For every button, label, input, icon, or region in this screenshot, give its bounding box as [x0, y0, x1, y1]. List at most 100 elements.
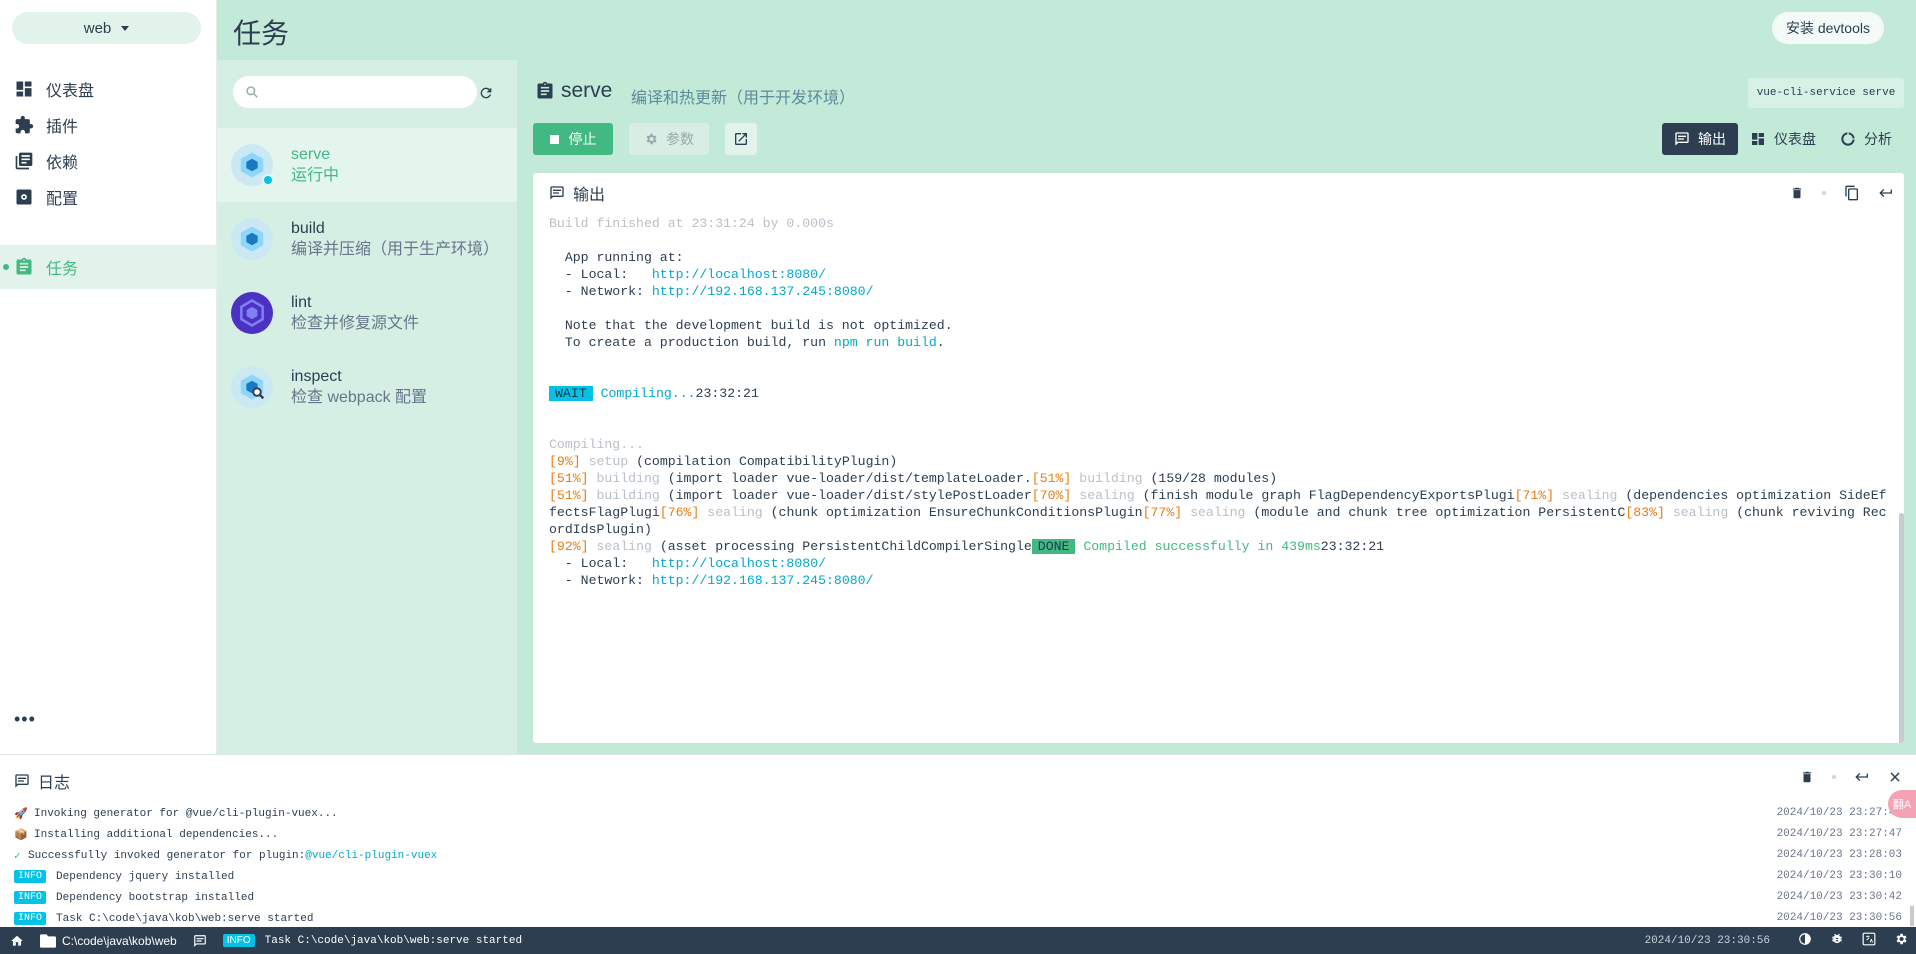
message-icon — [15, 774, 29, 788]
open-in-browser-button[interactable] — [725, 123, 757, 155]
terminal-time: 23:32:21 — [695, 386, 759, 401]
settings-button[interactable] — [1894, 932, 1908, 949]
network-url-link[interactable]: http://192.168.137.245:8080/ — [652, 284, 874, 299]
message-icon — [1675, 132, 1689, 146]
progress-detail: (compilation CompatibilityPlugin) — [636, 454, 898, 469]
nav-item-config[interactable]: 配置 — [0, 175, 217, 219]
project-select[interactable]: web — [12, 12, 201, 44]
clear-output-button[interactable] — [1790, 186, 1804, 200]
project-path-button[interactable]: C:\code\java\kob\web — [40, 934, 177, 948]
task-item-lint[interactable]: lint 检查并修复源文件 — [217, 276, 517, 350]
tab-output[interactable]: 输出 — [1662, 123, 1738, 155]
wrap-log-button[interactable] — [1854, 769, 1870, 785]
last-log-button[interactable]: INFO Task C:\code\java\kob\web:serve sta… — [193, 934, 522, 948]
info-tag: INFO — [14, 912, 47, 925]
package-icon: 📦 — [14, 829, 28, 842]
task-desc: 检查并修复源文件 — [291, 315, 420, 332]
home-button[interactable] — [10, 934, 24, 948]
network-url-link[interactable]: http://192.168.137.245:8080/ — [652, 573, 874, 588]
tab-label: 分析 — [1864, 131, 1892, 147]
log-title: 日志 — [38, 775, 71, 792]
separator — [1832, 775, 1836, 779]
terminal-command: npm run build — [833, 335, 937, 350]
terminal-text: - Network: — [564, 284, 652, 299]
terminal-scrollbar[interactable] — [1899, 513, 1904, 743]
task-item-inspect[interactable]: inspect 检查 webpack 配置 — [217, 350, 517, 424]
progress-pct: [76%] — [659, 505, 700, 520]
local-url-link[interactable]: http://localhost:8080/ — [652, 267, 826, 282]
folder-icon — [40, 933, 56, 948]
tab-label: 仪表盘 — [1774, 131, 1816, 147]
dark-mode-toggle[interactable] — [1798, 932, 1812, 949]
terminal-text: . — [936, 335, 945, 350]
task-description: 编译和热更新（用于开发环境） — [631, 90, 856, 107]
progress-detail: (asset processing PersistentChildCompile… — [659, 539, 1032, 554]
local-url-link[interactable]: http://localhost:8080/ — [652, 556, 826, 571]
task-name: serve — [291, 146, 331, 163]
copy-output-button[interactable] — [1844, 185, 1860, 201]
tab-label: 输出 — [1698, 131, 1726, 147]
tab-dashboard[interactable]: 仪表盘 — [1738, 123, 1828, 155]
nav-label: 任务 — [46, 261, 79, 278]
more-icon[interactable]: ••• — [14, 710, 35, 732]
project-path: C:\code\java\kob\web — [62, 933, 177, 948]
check-icon: ✓ — [14, 850, 21, 863]
separator — [1822, 191, 1826, 195]
task-detail: serve 编译和热更新（用于开发环境） vue-cli-service ser… — [517, 60, 1916, 754]
terminal-line: Compiling... — [549, 437, 644, 452]
log-text: Invoking generator for @vue/cli-plugin-v… — [34, 807, 338, 820]
translate-bubble[interactable]: 翻A — [1888, 790, 1916, 818]
output-header: 输出 — [533, 173, 1904, 213]
log-panel: 日志 🚀 Invoking generator for @vue/cli-plu… — [0, 754, 1916, 927]
rocket-icon: 🚀 — [14, 808, 28, 821]
translate-icon — [1862, 932, 1876, 946]
clear-log-button[interactable] — [1800, 770, 1814, 784]
log-scrollbar[interactable] — [1910, 906, 1914, 926]
progress-pct: [83%] — [1625, 505, 1665, 520]
log-header: 日志 — [14, 769, 70, 793]
task-item-build[interactable]: build 编译并压缩（用于生产环境） — [217, 202, 517, 276]
terminal-line: App running at: — [564, 250, 684, 265]
wait-tag: WAIT — [549, 386, 593, 401]
view-tabs: 输出 仪表盘 分析 — [1662, 123, 1904, 155]
log-time: 2024/10/23 23:30:10 — [1776, 870, 1902, 882]
task-item-serve[interactable]: serve 运行中 — [217, 128, 517, 202]
progress-stage: sealing — [707, 505, 763, 520]
progress-detail: (module and chunk tree optimization Pers… — [1253, 505, 1626, 520]
nav-item-tasks[interactable]: 任务 — [0, 245, 217, 289]
wrap-lines-button[interactable] — [1878, 185, 1894, 201]
nav-label: 插件 — [46, 119, 79, 136]
report-bug-button[interactable] — [1830, 932, 1844, 949]
log-actions — [1800, 769, 1902, 785]
refresh-icon — [480, 87, 492, 99]
terminal-output: Build finished at 23:31:24 by 0.000s App… — [549, 215, 1892, 743]
progress-stage: building — [596, 471, 660, 486]
parameters-button[interactable]: 参数 — [629, 123, 709, 155]
progress-detail: (159/28 modules) — [1150, 471, 1278, 486]
plugin-link[interactable]: @vue/cli-plugin-vuex — [305, 850, 437, 862]
puzzle-icon — [15, 115, 34, 134]
delete-icon — [1792, 187, 1802, 199]
log-text: Successfully invoked generator for plugi… — [28, 849, 306, 862]
log-time: 2024/10/23 23:27:47 — [1776, 807, 1902, 819]
task-status: 运行中 — [291, 167, 340, 184]
clipboard-icon — [537, 81, 553, 99]
close-log-button[interactable] — [1888, 770, 1902, 784]
translate-button[interactable] — [1862, 932, 1876, 949]
stop-button[interactable]: 停止 — [533, 123, 613, 155]
task-search[interactable] — [233, 76, 477, 108]
info-tag: INFO — [14, 870, 47, 883]
refresh-button[interactable] — [475, 82, 497, 104]
install-devtools-button[interactable]: 安装 devtools — [1771, 12, 1884, 44]
task-title: serve — [561, 79, 613, 102]
tab-analyze[interactable]: 分析 — [1828, 123, 1904, 155]
terminal-text: - Local: — [564, 556, 652, 571]
search-icon — [246, 86, 258, 98]
progress-pct: [70%] — [1031, 488, 1072, 503]
progress-detail: (finish module graph FlagDependencyExpor… — [1142, 488, 1515, 503]
output-actions — [1790, 185, 1894, 201]
wrap-icon — [1855, 773, 1868, 781]
search-input[interactable] — [267, 84, 467, 100]
log-time: 2024/10/23 23:28:03 — [1776, 849, 1902, 861]
page-title: 任务 — [233, 18, 290, 49]
